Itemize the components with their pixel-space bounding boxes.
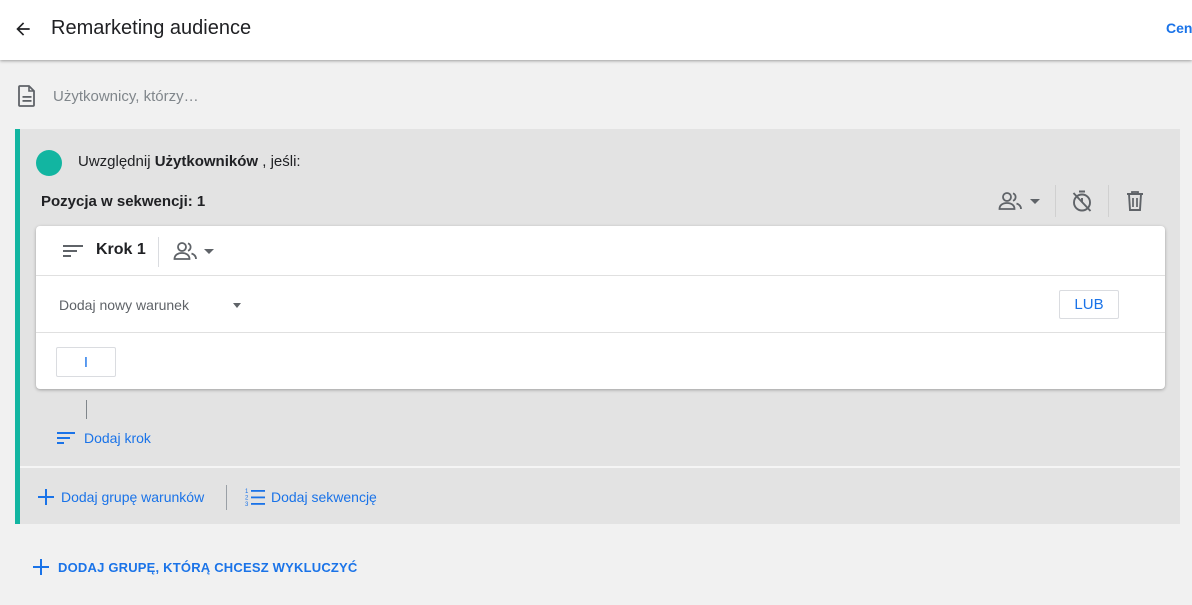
add-condition-group-button[interactable]: Dodaj grupę warunków: [37, 487, 204, 507]
chevron-down-icon: [1030, 199, 1040, 204]
add-sequence-button[interactable]: 1 2 3 Dodaj sekwencję: [245, 487, 377, 507]
svg-text:2: 2: [245, 496, 249, 502]
add-condition-select[interactable]: Dodaj nowy warunek: [59, 295, 249, 315]
step-scope-dropdown[interactable]: [173, 238, 216, 264]
top-bar: Remarketing audience Cent: [0, 0, 1192, 60]
add-step-label: Dodaj krok: [84, 430, 151, 446]
condition-row: Dodaj nowy warunek LUB: [36, 276, 1165, 333]
footer-divider: [226, 485, 227, 510]
users-icon: [173, 242, 197, 260]
add-step-button[interactable]: Dodaj krok: [56, 428, 151, 448]
timer-off-icon: [1072, 190, 1092, 212]
svg-text:3: 3: [245, 502, 249, 507]
group-scope-selector[interactable]: Użytkowników: [155, 153, 258, 170]
add-condition-placeholder: Dodaj nowy warunek: [59, 297, 189, 313]
and-button[interactable]: I: [56, 347, 116, 377]
group-footer: Dodaj grupę warunków 1 2 3 Dodaj sekwenc…: [20, 466, 1180, 524]
numbered-list-icon: 1 2 3: [245, 489, 265, 507]
add-condition-group-label: Dodaj grupę warunków: [61, 489, 205, 505]
group-heading-suffix: , jeśli:: [262, 153, 301, 170]
step-connector-line: [86, 400, 87, 419]
add-exclude-group-button[interactable]: DODAJ GRUPĘ, KTÓRĄ CHCESZ WYKLUCZYĆ: [32, 557, 358, 577]
group-accent-bar: [15, 129, 20, 524]
plus-icon: [38, 489, 54, 505]
step-card: Krok 1 Dodaj nowy warunek LUB I: [36, 226, 1165, 389]
page-title: Remarketing audience: [51, 17, 252, 39]
chevron-down-icon: [204, 249, 214, 254]
sequence-scope-dropdown[interactable]: [985, 185, 1055, 217]
delete-sequence-button[interactable]: [1109, 185, 1161, 217]
step-label: Krok 1: [96, 241, 146, 258]
add-sequence-label: Dodaj sekwencję: [271, 489, 377, 505]
or-button[interactable]: LUB: [1059, 290, 1119, 319]
step-sort-icon: [62, 241, 84, 266]
back-button[interactable]: [8, 14, 38, 44]
include-condition-group: Uwzględnij Użytkowników , jeśli: Pozycja…: [15, 129, 1180, 524]
step-header-divider: [158, 237, 159, 267]
group-heading-prefix: Uwzględnij: [78, 153, 151, 170]
audience-description-row[interactable]: Użytkownicy, którzy…: [16, 82, 199, 110]
top-right-link[interactable]: Cent: [1166, 20, 1192, 36]
users-icon: [998, 192, 1022, 210]
arrow-back-icon: [16, 22, 30, 36]
step-sort-icon: [57, 432, 75, 444]
add-exclude-group-label: DODAJ GRUPĘ, KTÓRĄ CHCESZ WYKLUCZYĆ: [58, 559, 358, 575]
document-icon: [16, 84, 38, 108]
sequence-toolbar: [985, 185, 1161, 217]
dropdown-caret-icon: [233, 303, 241, 308]
svg-text:1: 1: [245, 489, 249, 495]
group-status-dot: [36, 150, 62, 176]
sequence-position-label: Pozycja w sekwencji: 1: [41, 193, 206, 210]
timer-off-button[interactable]: [1056, 185, 1108, 217]
plus-icon: [33, 559, 49, 575]
audience-description-input[interactable]: Użytkownicy, którzy…: [53, 88, 199, 105]
delete-icon: [1127, 191, 1143, 211]
step-header: Krok 1: [36, 226, 1165, 276]
group-heading: Uwzględnij Użytkowników , jeśli:: [78, 153, 301, 170]
